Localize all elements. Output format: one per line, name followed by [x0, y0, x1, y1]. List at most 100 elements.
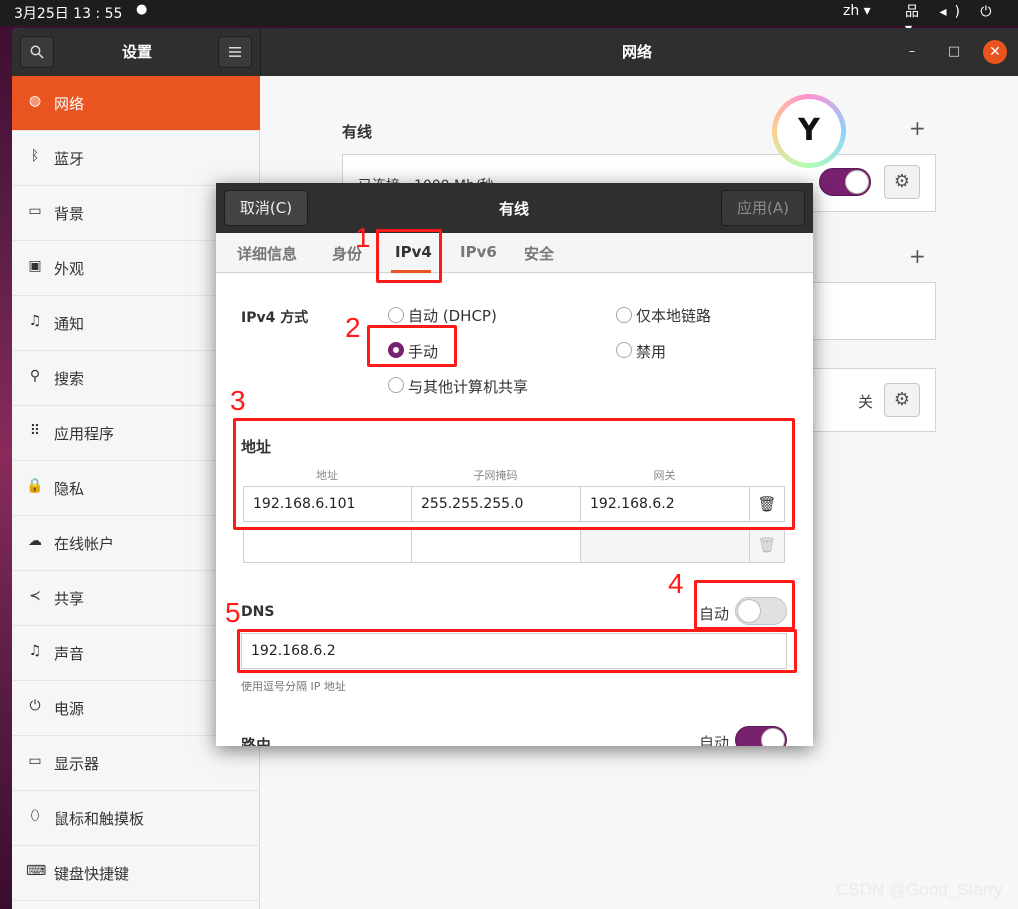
- sidebar-item[interactable]: ⬯ 鼠标和触摸板: [12, 791, 260, 846]
- radio-auto-dhcp-label: 自动 (DHCP): [408, 307, 497, 325]
- proxy-status: 关: [858, 393, 874, 411]
- wired-settings-button[interactable]: ⚙: [884, 165, 920, 199]
- ipv4-method-label: IPv4 方式: [241, 310, 309, 326]
- dialog-tabs: 详细信息 身份 IPv4 IPv6 安全: [216, 233, 813, 273]
- power-icon: ⏻: [29, 698, 41, 714]
- sidebar-item-label: 声音: [54, 645, 85, 663]
- annotation-box-address: [233, 418, 795, 530]
- radio-link-local-label: 仅本地链路: [636, 307, 712, 325]
- sidebar-item-label: 通知: [54, 315, 85, 333]
- sidebar-item[interactable]: ◍ 网络: [12, 76, 260, 131]
- radio-disabled[interactable]: [616, 342, 632, 358]
- address-input-empty[interactable]: [243, 527, 412, 563]
- lock-icon: 🔒: [26, 478, 44, 494]
- delete-row-button-disabled[interactable]: 🗑: [749, 527, 785, 563]
- sidebar-item[interactable]: ᛒ 蓝牙: [12, 131, 260, 186]
- tab-ipv6[interactable]: IPv6: [460, 243, 497, 261]
- annotation-box-manual: [367, 325, 457, 367]
- cancel-button[interactable]: 取消(C): [224, 190, 308, 226]
- input-method-selector[interactable]: zh ▾: [843, 3, 871, 19]
- sidebar-item-label: 搜索: [54, 370, 85, 388]
- search-icon: [30, 45, 44, 59]
- search-icon: ⚲: [29, 368, 41, 384]
- annotation-box-ipv4-tab: [376, 229, 442, 283]
- annotation-number-4: 4: [668, 568, 684, 599]
- background-icon: ▭: [28, 203, 42, 219]
- dialog-header: 取消(C) 有线 应用(A): [216, 183, 813, 233]
- sidebar-item-label: 电源: [54, 700, 85, 718]
- watermark: CSDN @Good_Starry: [836, 880, 1003, 899]
- annotation-number-5: 5: [225, 597, 241, 628]
- annotation-number-1: 1: [355, 222, 371, 253]
- header-bar: 设置 网络 – □ ✕: [12, 28, 1018, 76]
- header-separator: [260, 28, 261, 76]
- sidebar-item-label: 背景: [54, 205, 85, 223]
- sidebar-item-label: 蓝牙: [54, 150, 85, 168]
- gateway-input-empty[interactable]: [580, 527, 750, 563]
- mouse-icon: ⬯: [30, 808, 40, 824]
- notification-dot: ●: [136, 2, 148, 17]
- annotation-box-dns: [237, 629, 797, 673]
- proxy-settings-button[interactable]: ⚙: [884, 383, 920, 417]
- radio-shared[interactable]: [388, 377, 404, 393]
- annotation-number-2: 2: [345, 312, 361, 343]
- bluetooth-icon: ᛒ: [30, 148, 40, 164]
- add-vpn-icon[interactable]: +: [909, 244, 926, 268]
- minimize-button[interactable]: –: [900, 40, 924, 64]
- sidebar-item-label: 隐私: [54, 480, 85, 498]
- sidebar-item-label: 显示器: [54, 755, 100, 773]
- app-logo-badge: Y: [772, 94, 846, 168]
- maximize-button[interactable]: □: [942, 40, 966, 64]
- cloud-icon: ☁: [28, 533, 42, 549]
- toggle-knob: [845, 170, 869, 194]
- route-auto-toggle[interactable]: [735, 726, 787, 746]
- bell-icon: ♫: [28, 313, 42, 329]
- sidebar-item-label: 共享: [54, 590, 85, 608]
- music-note-icon: ♫: [28, 643, 42, 659]
- dialog-title: 有线: [498, 200, 529, 218]
- search-button[interactable]: [20, 36, 54, 68]
- netmask-input-empty[interactable]: [411, 527, 581, 563]
- route-auto-label: 自动: [699, 734, 730, 746]
- sidebar-item-label: 应用程序: [54, 425, 115, 443]
- keyboard-icon: ⌨: [26, 863, 47, 879]
- sidebar-item-label: 键盘快捷键: [54, 865, 130, 883]
- hamburger-menu-icon: [229, 47, 241, 57]
- gear-icon: ⚙: [893, 389, 911, 410]
- gear-icon: ⚙: [893, 171, 911, 192]
- wired-section-title: 有线: [342, 123, 373, 141]
- monitor-icon: ▭: [28, 753, 42, 769]
- network-icon: ◍: [28, 93, 42, 109]
- sidebar-item-label: 在线帐户: [54, 535, 115, 553]
- sidebar-item-label: 外观: [54, 260, 85, 278]
- apps-grid-icon: ⠿: [29, 423, 41, 439]
- add-wired-icon[interactable]: +: [909, 116, 926, 140]
- close-button[interactable]: ✕: [983, 40, 1007, 64]
- trash-icon: 🗑: [757, 536, 777, 554]
- tab-security[interactable]: 安全: [524, 243, 554, 264]
- tab-details[interactable]: 详细信息: [237, 243, 297, 264]
- dns-hint: 使用逗号分隔 IP 地址: [241, 680, 346, 693]
- toggle-knob: [761, 728, 785, 746]
- sidebar-item[interactable]: ⌨ 键盘快捷键: [12, 846, 260, 901]
- sidebar-item-label: 网络: [54, 95, 85, 113]
- menu-button[interactable]: [218, 36, 252, 68]
- radio-shared-label: 与其他计算机共享: [408, 378, 529, 396]
- page-title: 网络: [621, 43, 652, 61]
- dns-label: DNS: [241, 604, 275, 620]
- share-icon: ≺: [29, 588, 41, 604]
- appearance-icon: ▣: [28, 258, 42, 274]
- clock[interactable]: 3月25日 13 : 55: [14, 3, 122, 23]
- radio-auto-dhcp[interactable]: [388, 307, 404, 323]
- route-label: 路由: [241, 736, 272, 746]
- radio-link-local[interactable]: [616, 307, 632, 323]
- wired-toggle[interactable]: [819, 168, 871, 196]
- radio-disabled-label: 禁用: [636, 343, 667, 361]
- sidebar-title: 设置: [121, 43, 152, 61]
- sidebar-item-label: 鼠标和触摸板: [54, 810, 145, 828]
- top-panel: 3月25日 13 : 55 ● zh ▾ 品 ◂) ⏻ ▾: [0, 0, 1018, 37]
- annotation-box-dns-auto: [694, 580, 795, 630]
- logo-icon: Y: [777, 99, 841, 163]
- apply-button[interactable]: 应用(A): [721, 190, 805, 226]
- annotation-number-3: 3: [230, 385, 246, 416]
